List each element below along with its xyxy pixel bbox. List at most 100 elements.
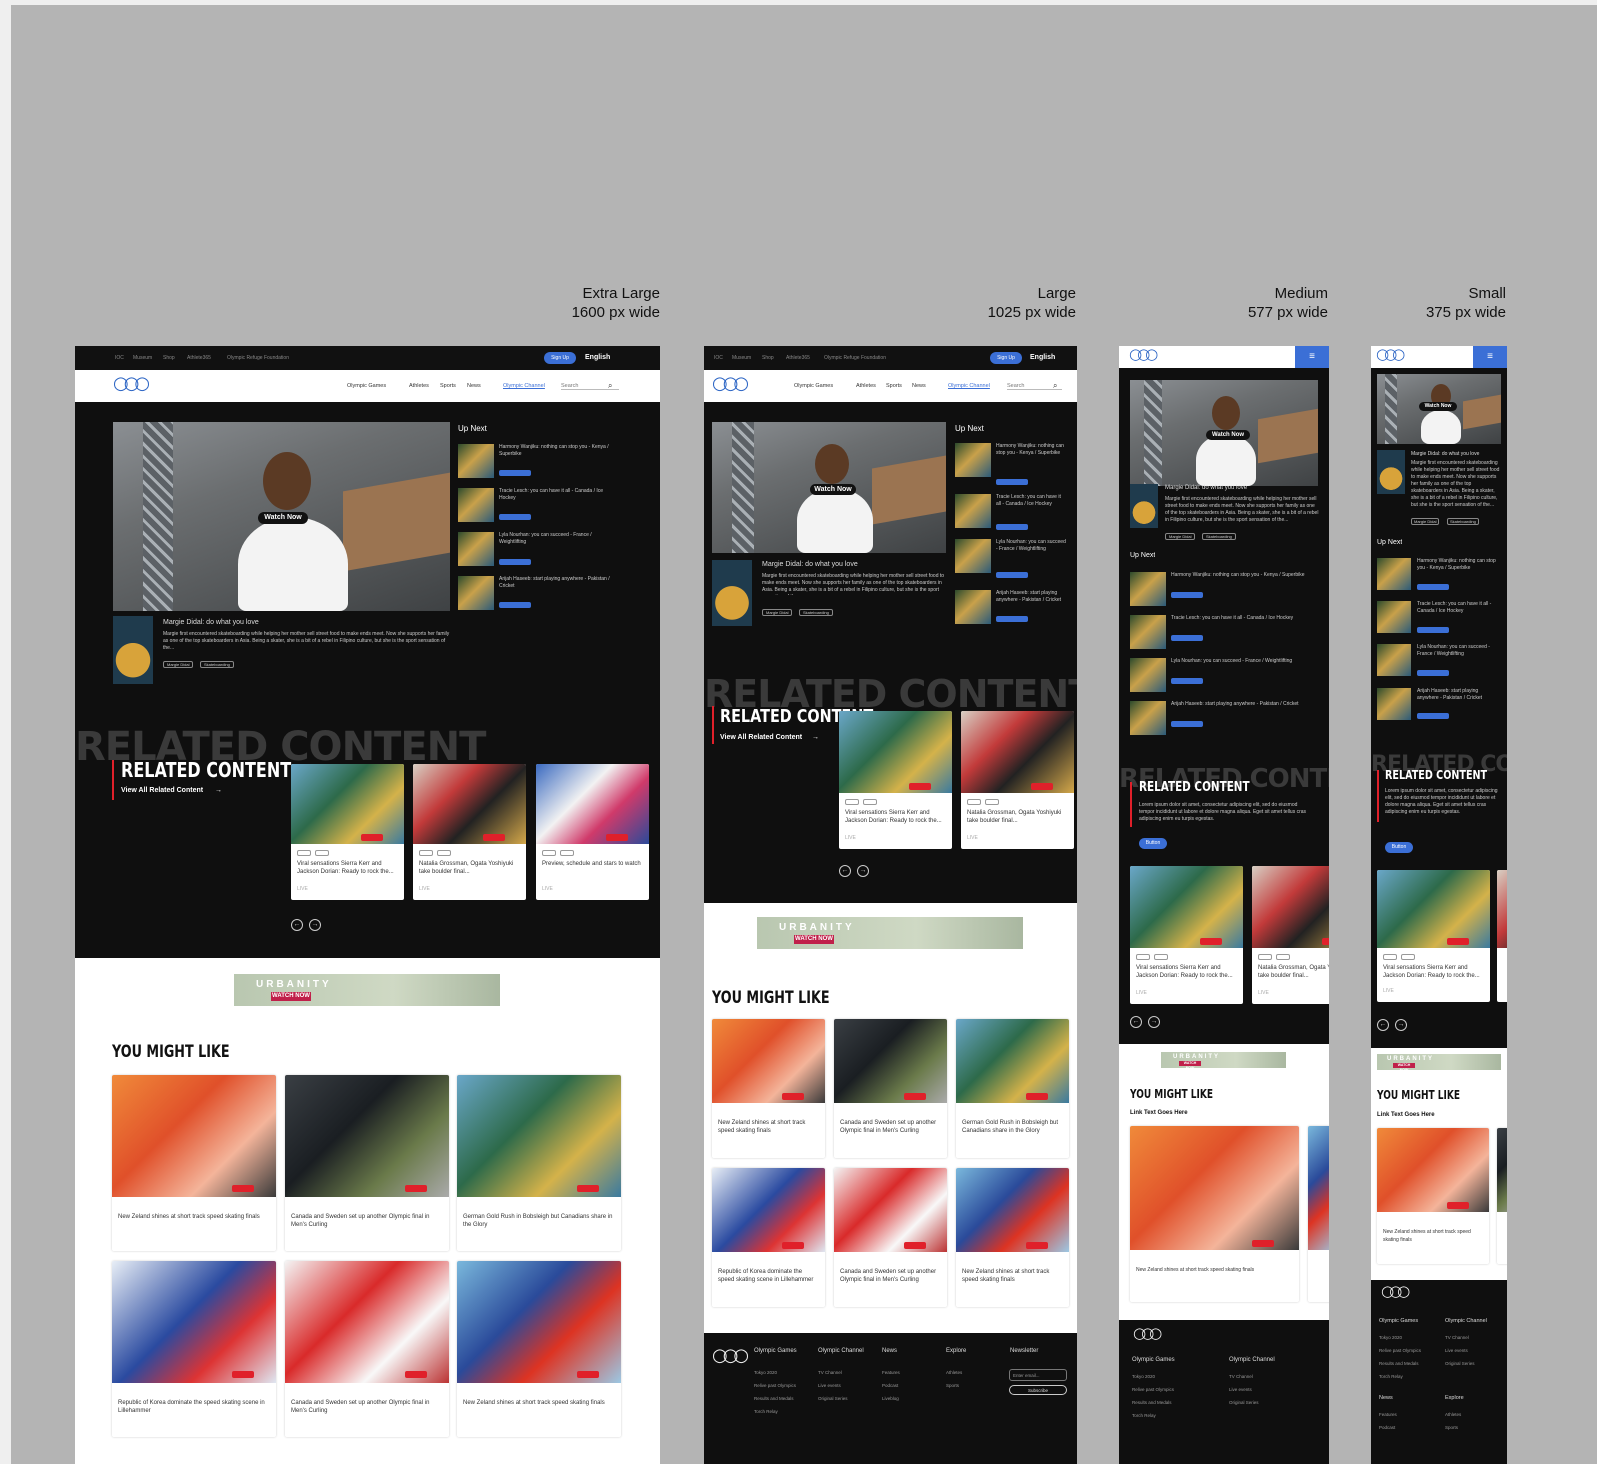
might-card-2[interactable]: Canada and Sweden set up another Olympic… bbox=[834, 1019, 947, 1158]
menu-icon[interactable]: ≡ bbox=[1295, 346, 1329, 368]
search-icon[interactable]: ⌕ bbox=[1053, 381, 1057, 391]
up-next-thumb-4[interactable] bbox=[955, 590, 991, 624]
hero-tag-2[interactable]: Skateboarding bbox=[200, 661, 234, 668]
up-next-item-4[interactable]: Arijah Haseeb: start playing anywhere - … bbox=[1417, 688, 1501, 702]
watch-now-button[interactable]: Watch Now bbox=[810, 484, 856, 495]
footer-link[interactable]: Original Series bbox=[818, 1396, 848, 1401]
related-button[interactable]: Button bbox=[1139, 838, 1167, 849]
olympic-rings-logo[interactable]: ○○○ bbox=[712, 373, 749, 394]
up-next-item-1[interactable]: Harmony Wanjiku: nothing can stop you - … bbox=[996, 443, 1066, 463]
up-next-thumb-1[interactable] bbox=[955, 443, 991, 477]
up-next-thumb-3[interactable] bbox=[1377, 644, 1411, 676]
footer-link[interactable]: Podcast bbox=[1379, 1425, 1395, 1430]
utility-link-refuge[interactable]: Olympic Refuge Foundation bbox=[824, 355, 886, 361]
footer-link[interactable]: Features bbox=[882, 1370, 900, 1375]
utility-link-shop[interactable]: Shop bbox=[163, 355, 175, 361]
up-next-item-4[interactable]: Arijah Haseeb: start playing anywhere - … bbox=[996, 590, 1066, 610]
utility-link-ioc[interactable]: IOC bbox=[714, 355, 723, 361]
up-next-thumb-3[interactable] bbox=[1130, 658, 1166, 692]
utility-link-refuge[interactable]: Olympic Refuge Foundation bbox=[227, 355, 289, 361]
utility-link-athlete365[interactable]: Athlete365 bbox=[786, 355, 810, 361]
might-card-2[interactable] bbox=[1308, 1126, 1329, 1302]
footer-link[interactable]: Original Series bbox=[1229, 1400, 1259, 1405]
footer-link[interactable]: Relive past Olympics bbox=[1132, 1387, 1174, 1392]
nav-sports[interactable]: Sports bbox=[886, 383, 902, 389]
language-select[interactable]: English bbox=[1030, 354, 1055, 361]
view-related-link[interactable]: View All Related Content bbox=[121, 787, 203, 794]
utility-link-museum[interactable]: Museum bbox=[732, 355, 751, 361]
carousel-prev-button[interactable]: ← bbox=[1377, 1019, 1389, 1031]
related-card-2[interactable]: Natalia Grossman, Ogata Yoshiyuki take b… bbox=[1252, 866, 1329, 1004]
footer-link[interactable]: Live events bbox=[1229, 1387, 1252, 1392]
up-next-thumb-2[interactable] bbox=[1130, 615, 1166, 649]
watch-now-button[interactable]: Watch Now bbox=[1206, 430, 1250, 440]
up-next-item-3[interactable]: Lyla Nourhan: you can succeed - France /… bbox=[996, 539, 1066, 559]
up-next-thumb-4[interactable] bbox=[1377, 688, 1411, 720]
might-like-link[interactable]: Link Text Goes Here bbox=[1377, 1112, 1435, 1118]
search-icon[interactable]: ⌕ bbox=[608, 381, 612, 391]
olympic-rings-logo[interactable]: ○○○ bbox=[1376, 346, 1405, 363]
footer-link[interactable]: Results and Medals bbox=[1379, 1361, 1419, 1366]
carousel-next-button[interactable]: → bbox=[1148, 1016, 1160, 1028]
nav-olympic-games[interactable]: Olympic Games bbox=[794, 383, 833, 389]
might-card-1[interactable]: New Zeland shines at short track speed s… bbox=[112, 1075, 276, 1251]
up-next-thumb-4[interactable] bbox=[458, 576, 494, 610]
urbanity-banner[interactable]: URBANITY WATCH NOW bbox=[1161, 1052, 1286, 1070]
footer-link[interactable]: TV Channel bbox=[818, 1370, 842, 1375]
footer-link[interactable]: Torch Relay bbox=[1379, 1374, 1403, 1379]
up-next-item-2[interactable]: Tracie Lesch: you can have it all - Cana… bbox=[1417, 601, 1501, 615]
footer-link[interactable]: Liveblog bbox=[882, 1396, 899, 1401]
hero-tag-2[interactable]: Skateboarding bbox=[1447, 518, 1479, 525]
up-next-item-2[interactable]: Tracie Lesch: you can have it all - Cana… bbox=[996, 494, 1066, 514]
might-card-6[interactable]: New Zeland shines at short track speed s… bbox=[956, 1168, 1069, 1307]
footer-link[interactable]: TV Channel bbox=[1445, 1335, 1469, 1340]
related-card-2[interactable]: Natalia Grossman, Ogata Yoshiyuki take b… bbox=[961, 711, 1074, 849]
nav-olympic-games[interactable]: Olympic Games bbox=[347, 383, 386, 389]
might-card-4[interactable]: Republic of Korea dominate the speed ska… bbox=[112, 1261, 276, 1437]
footer-link[interactable]: Relive past Olympics bbox=[1379, 1348, 1421, 1353]
footer-link[interactable]: Results and Medals bbox=[754, 1396, 794, 1401]
footer-link[interactable]: Relive past Olympics bbox=[754, 1383, 796, 1388]
up-next-item-1[interactable]: Harmony Wanjiku: nothing can stop you - … bbox=[1171, 572, 1319, 580]
up-next-thumb-4[interactable] bbox=[1130, 701, 1166, 735]
urbanity-banner[interactable]: URBANITY WATCH NOW bbox=[234, 974, 500, 1006]
up-next-item-1[interactable]: Harmony Wanjiku: nothing can stop you - … bbox=[499, 444, 619, 458]
hero-tag-1[interactable]: Margie Didal bbox=[762, 609, 793, 616]
might-card-1[interactable]: New Zeland shines at short track speed s… bbox=[1130, 1126, 1299, 1302]
related-button[interactable]: Button bbox=[1385, 842, 1413, 853]
hero-video[interactable]: Watch Now bbox=[1377, 374, 1501, 444]
carousel-prev-button[interactable]: ← bbox=[839, 865, 851, 877]
urbanity-banner[interactable]: URBANITY WATCH NOW bbox=[757, 917, 1023, 949]
up-next-item-3[interactable]: Lyla Nourhan: you can succeed - France /… bbox=[1171, 658, 1319, 666]
nav-sports[interactable]: Sports bbox=[440, 383, 456, 389]
hero-video[interactable]: Watch Now bbox=[113, 422, 450, 611]
utility-link-shop[interactable]: Shop bbox=[762, 355, 774, 361]
footer-link[interactable]: Torch Relay bbox=[1132, 1413, 1156, 1418]
footer-link[interactable]: Features bbox=[1379, 1412, 1397, 1417]
view-related-link[interactable]: View All Related Content bbox=[720, 734, 802, 741]
up-next-thumb-1[interactable] bbox=[1377, 558, 1411, 590]
nav-news[interactable]: News bbox=[912, 383, 926, 389]
up-next-thumb-3[interactable] bbox=[458, 532, 494, 566]
footer-link[interactable]: Torch Relay bbox=[754, 1409, 778, 1414]
up-next-thumb-1[interactable] bbox=[1130, 572, 1166, 606]
footer-link[interactable]: Sports bbox=[1445, 1425, 1458, 1430]
related-card-1[interactable]: Viral sensations Sierra Kerr and Jackson… bbox=[1130, 866, 1243, 1004]
might-card-2[interactable]: Canada and Sweden set up another Olympic… bbox=[285, 1075, 449, 1251]
up-next-item-4[interactable]: Arijah Haseeb: start playing anywhere - … bbox=[1171, 701, 1319, 709]
up-next-item-3[interactable]: Lyla Nourhan: you can succeed - France /… bbox=[1417, 644, 1501, 658]
might-card-6[interactable]: New Zeland shines at short track speed s… bbox=[457, 1261, 621, 1437]
up-next-item-1[interactable]: Harmony Wanjiku: nothing can stop you - … bbox=[1417, 558, 1501, 572]
up-next-thumb-3[interactable] bbox=[955, 539, 991, 573]
related-card-1[interactable]: Viral sensations Sierra Kerr and Jackson… bbox=[291, 764, 404, 900]
hero-tag-1[interactable]: Margie Didal bbox=[1165, 533, 1196, 540]
might-card-2[interactable] bbox=[1497, 1128, 1507, 1264]
utility-link-museum[interactable]: Museum bbox=[133, 355, 152, 361]
related-card-2[interactable] bbox=[1497, 870, 1507, 1002]
up-next-thumb-1[interactable] bbox=[458, 444, 494, 478]
watch-now-button[interactable]: Watch Now bbox=[258, 512, 308, 524]
hero-tag-2[interactable]: Skateboarding bbox=[1202, 533, 1236, 540]
hero-tag-1[interactable]: Margie Didal bbox=[1411, 518, 1440, 525]
hero-video[interactable]: Watch Now bbox=[712, 422, 946, 553]
related-card-3[interactable]: Preview, schedule and stars to watch LIV… bbox=[536, 764, 649, 900]
